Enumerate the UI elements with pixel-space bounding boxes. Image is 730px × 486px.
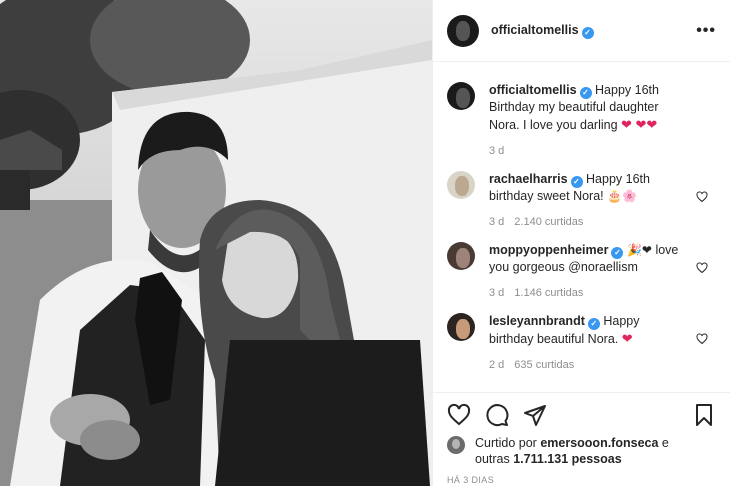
comment-meta: 3 d 2.140 curtidas: [489, 216, 685, 228]
likes-summary: Curtido por emersooon.fonseca e outras 1…: [447, 435, 716, 467]
comment-time[interactable]: 3 d: [489, 145, 504, 157]
comment-likes[interactable]: 1.146 curtidas: [514, 287, 583, 299]
comment-meta: 3 d: [489, 145, 685, 157]
likes-count[interactable]: 1.711.131: [513, 452, 568, 466]
caption: officialtomellis ✓ Happy 16th Birthday my…: [447, 82, 716, 157]
liker-username[interactable]: emersooon.fonseca: [540, 436, 658, 450]
comment-likes[interactable]: 635 curtidas: [514, 359, 574, 371]
commenter-avatar[interactable]: [447, 171, 475, 199]
post-date[interactable]: HÁ 3 DIAS: [447, 475, 716, 485]
party-heart-emoji: 🎉❤: [626, 243, 652, 257]
comment-meta: 3 d 1.146 curtidas: [489, 287, 685, 299]
commenter-avatar[interactable]: [447, 313, 475, 341]
heart-emoji: ❤: [621, 331, 633, 346]
comment-time[interactable]: 3 d: [489, 287, 504, 299]
comment-like-heart-icon[interactable]: [696, 333, 708, 345]
verified-badge-icon: ✓: [570, 176, 583, 188]
comments-list[interactable]: officialtomellis ✓ Happy 16th Birthday my…: [433, 70, 730, 388]
comment-like-heart-icon[interactable]: [696, 262, 708, 274]
cake-flower-emoji: 🎂🌸: [607, 189, 638, 203]
likes-others-prefix: outras: [475, 452, 510, 466]
comment-username[interactable]: officialtomellis: [489, 83, 577, 97]
post-actions: Curtido por emersooon.fonseca e outras 1…: [433, 392, 730, 486]
comment-likes[interactable]: 2.140 curtidas: [514, 216, 583, 228]
comment-time[interactable]: 2 d: [489, 359, 504, 371]
commenter-avatar[interactable]: [447, 242, 475, 270]
post-sidebar: officialtomellis ✓ ••• officialtomellis ✓ …: [432, 0, 730, 486]
action-bar: [447, 403, 716, 427]
verified-badge-icon: ✓: [581, 26, 594, 39]
comment-item: moppyoppenheimer ✓ 🎉❤ love you gorgeous @…: [447, 242, 716, 299]
comment-item: lesleyannbrandt ✓ Happy birthday beautifu…: [447, 313, 716, 371]
author-avatar[interactable]: [447, 82, 475, 110]
post-photo[interactable]: [0, 0, 432, 486]
comment-username[interactable]: lesleyannbrandt: [489, 314, 585, 328]
share-icon[interactable]: [523, 403, 547, 427]
likes-prefix: Curtido por: [475, 436, 537, 450]
comment-time[interactable]: 3 d: [489, 216, 504, 228]
liker-avatar[interactable]: [447, 436, 465, 454]
verified-badge-icon: ✓: [611, 247, 624, 259]
post-header: officialtomellis ✓ •••: [433, 0, 730, 62]
comment-item: rachaelharris ✓ Happy 16th birthday sweet…: [447, 171, 716, 228]
heart-emoji: ❤ ❤❤: [621, 117, 658, 132]
likes-connector: e: [661, 436, 669, 450]
author-username[interactable]: officialtomellis ✓: [491, 23, 594, 39]
heart-icon[interactable]: [447, 403, 471, 427]
author-avatar[interactable]: [447, 14, 479, 47]
comment-username[interactable]: rachaelharris: [489, 172, 568, 186]
bookmark-icon[interactable]: [692, 403, 716, 427]
verified-badge-icon: ✓: [587, 318, 600, 330]
more-options-icon[interactable]: •••: [696, 22, 716, 40]
comment-username[interactable]: moppyoppenheimer: [489, 243, 608, 257]
instagram-post: officialtomellis ✓ ••• officialtomellis ✓ …: [0, 0, 730, 486]
comment-meta: 2 d 635 curtidas: [489, 359, 685, 371]
likes-suffix[interactable]: pessoas: [572, 452, 622, 466]
comment-like-heart-icon[interactable]: [696, 191, 708, 203]
verified-badge-icon: ✓: [579, 87, 592, 99]
comment-icon[interactable]: [485, 403, 509, 427]
